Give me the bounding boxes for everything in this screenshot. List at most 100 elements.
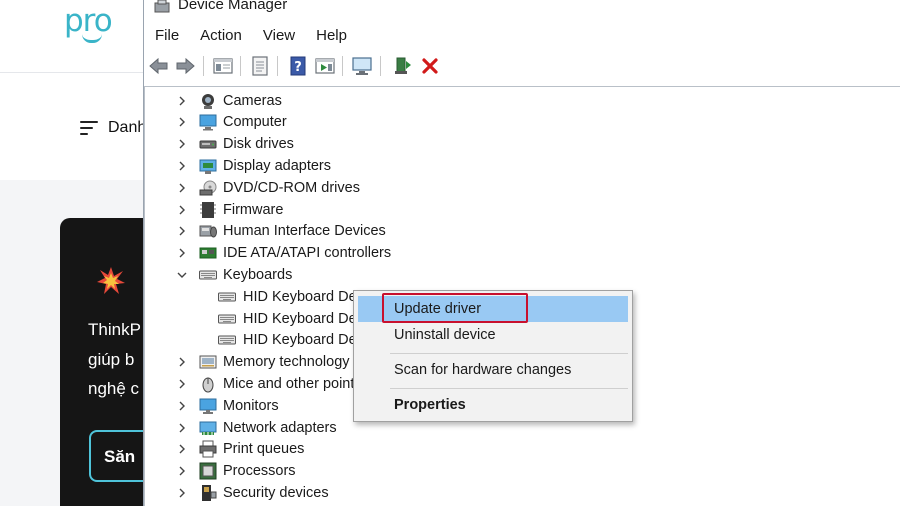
properties-sheet-icon bbox=[252, 56, 268, 76]
mouse-icon bbox=[199, 375, 217, 393]
chevron-right-icon[interactable] bbox=[176, 378, 188, 390]
computer-icon bbox=[199, 113, 217, 131]
help-button[interactable]: ? bbox=[287, 55, 309, 77]
tree-category-computer[interactable]: Computer bbox=[176, 112, 287, 133]
dvd-drive-icon bbox=[199, 179, 217, 197]
menu-view[interactable]: View bbox=[252, 24, 305, 48]
tree-category-processors[interactable]: Processors bbox=[176, 461, 296, 482]
tree-category-firmware[interactable]: Firmware bbox=[176, 199, 283, 220]
tree-category-security-devices[interactable]: Security devices bbox=[176, 482, 329, 503]
chevron-right-icon[interactable] bbox=[176, 95, 188, 107]
chevron-right-icon[interactable] bbox=[176, 225, 188, 237]
tree-category-network-adapters[interactable]: Network adapters bbox=[176, 417, 337, 438]
context-menu-separator bbox=[390, 388, 628, 389]
memory-icon bbox=[199, 353, 217, 371]
show-hide-tree-icon bbox=[213, 58, 233, 74]
properties-label: Properties bbox=[394, 397, 466, 413]
tree-device-hid-keyboard-3[interactable]: HID Keyboard De bbox=[217, 330, 357, 351]
show-hide-tree-button[interactable] bbox=[212, 55, 234, 77]
scan-hardware-label: Scan for hardware changes bbox=[394, 362, 572, 378]
firmware-icon bbox=[199, 201, 217, 219]
chevron-right-icon[interactable] bbox=[176, 116, 188, 128]
promo-card-button-label: Săn bbox=[104, 447, 136, 466]
disk-drive-icon bbox=[199, 135, 217, 153]
tree-item-label: Keyboards bbox=[223, 266, 293, 283]
promo-card-text-line-3: nghệ c bbox=[88, 379, 140, 398]
context-menu: Update driver Uninstall device Scan for … bbox=[353, 290, 633, 422]
tree-category-monitors[interactable]: Monitors bbox=[176, 395, 279, 416]
chevron-down-icon[interactable] bbox=[176, 269, 188, 281]
tree-item-label: HID Keyboard Dev bbox=[243, 288, 364, 305]
context-menu-scan-hardware[interactable]: Scan for hardware changes bbox=[358, 357, 628, 383]
update-driver-icon bbox=[395, 57, 411, 74]
chevron-right-icon[interactable] bbox=[176, 356, 188, 368]
uninstall-toolbar-button[interactable] bbox=[419, 55, 441, 77]
tree-item-label: Memory technology bbox=[223, 354, 350, 371]
tree-item-label: HID Keyboard De bbox=[243, 332, 357, 349]
hid-icon bbox=[199, 222, 217, 240]
chevron-right-icon[interactable] bbox=[176, 443, 188, 455]
chevron-right-icon[interactable] bbox=[176, 487, 188, 499]
tree-device-hid-keyboard-1[interactable]: HID Keyboard Dev bbox=[217, 286, 364, 307]
title-bar[interactable]: Device Manager bbox=[144, 0, 900, 20]
context-menu-uninstall-device[interactable]: Uninstall device bbox=[358, 322, 628, 348]
tree-item-label: Disk drives bbox=[223, 136, 294, 153]
site-category-menu[interactable]: Danh bbox=[80, 116, 146, 140]
back-button[interactable] bbox=[148, 55, 170, 77]
tree-item-label: Computer bbox=[223, 114, 287, 131]
chevron-right-icon[interactable] bbox=[176, 400, 188, 412]
tree-item-label: Network adapters bbox=[223, 419, 337, 436]
properties-button[interactable] bbox=[249, 55, 271, 77]
toolbar-separator bbox=[240, 56, 241, 76]
chevron-right-icon[interactable] bbox=[176, 247, 188, 259]
tree-category-print-queues[interactable]: Print queues bbox=[176, 439, 304, 460]
tree-category-ide-ata-atapi-controllers[interactable]: IDE ATA/ATAPI controllers bbox=[176, 243, 391, 264]
menu-file[interactable]: File bbox=[144, 24, 189, 48]
tree-item-label: Display adapters bbox=[223, 157, 331, 174]
uninstall-device-label: Uninstall device bbox=[394, 327, 496, 343]
menu-help[interactable]: Help bbox=[305, 24, 357, 48]
menu-action[interactable]: Action bbox=[189, 24, 252, 48]
tree-category-cameras[interactable]: Cameras bbox=[176, 90, 282, 111]
menu-bar: File Action View Help bbox=[144, 24, 357, 48]
tree-item-label: Monitors bbox=[223, 397, 279, 414]
scan-hardware-button[interactable] bbox=[351, 55, 373, 77]
network-adapter-icon bbox=[199, 419, 217, 437]
chevron-right-icon[interactable] bbox=[176, 138, 188, 150]
monitor-icon bbox=[199, 397, 217, 415]
context-menu-separator bbox=[390, 353, 628, 354]
tree-category-display-adapters[interactable]: Display adapters bbox=[176, 155, 331, 176]
forward-button[interactable] bbox=[174, 55, 196, 77]
chevron-right-icon[interactable] bbox=[176, 465, 188, 477]
tree-category-memory-technology[interactable]: Memory technology bbox=[176, 352, 350, 373]
tree-category-human-interface-devices[interactable]: Human Interface Devices bbox=[176, 221, 386, 242]
chevron-right-icon[interactable] bbox=[176, 182, 188, 194]
context-menu-update-driver[interactable]: Update driver bbox=[358, 296, 628, 322]
tree-item-label: DVD/CD-ROM drives bbox=[223, 179, 360, 196]
back-arrow-icon bbox=[149, 57, 168, 75]
context-menu-properties[interactable]: Properties bbox=[358, 392, 628, 418]
chevron-right-icon[interactable] bbox=[176, 204, 188, 216]
promo-card-text-line-2: giúp b bbox=[88, 350, 135, 369]
tree-item-label: Processors bbox=[223, 463, 296, 480]
site-logo[interactable]: pro bbox=[64, 2, 134, 48]
toolbar-separator bbox=[380, 56, 381, 76]
category-menu-label: Danh bbox=[108, 119, 147, 136]
chevron-right-icon[interactable] bbox=[176, 422, 188, 434]
display-adapter-icon bbox=[199, 157, 217, 175]
chevron-right-icon[interactable] bbox=[176, 160, 188, 172]
tree-category-keyboards[interactable]: Keyboards bbox=[176, 264, 292, 285]
tree-item-label: HID Keyboard De bbox=[243, 310, 357, 327]
toolbar-separator bbox=[342, 56, 343, 76]
help-icon: ? bbox=[290, 56, 306, 76]
action-pane-icon bbox=[315, 58, 335, 74]
update-driver-toolbar-button[interactable] bbox=[391, 55, 413, 77]
tree-category-disk-drives[interactable]: Disk drives bbox=[176, 134, 294, 155]
tree-item-label: Print queues bbox=[223, 441, 305, 458]
action-pane-button[interactable] bbox=[314, 55, 336, 77]
tree-category-dvd-cd-rom-drives[interactable]: DVD/CD-ROM drives bbox=[176, 177, 360, 198]
tree-device-hid-keyboard-2[interactable]: HID Keyboard De bbox=[217, 308, 357, 329]
ide-controller-icon bbox=[199, 244, 217, 262]
tree-item-label: Firmware bbox=[223, 201, 284, 218]
tree-category-mice-and-other-point[interactable]: Mice and other point bbox=[176, 373, 354, 394]
